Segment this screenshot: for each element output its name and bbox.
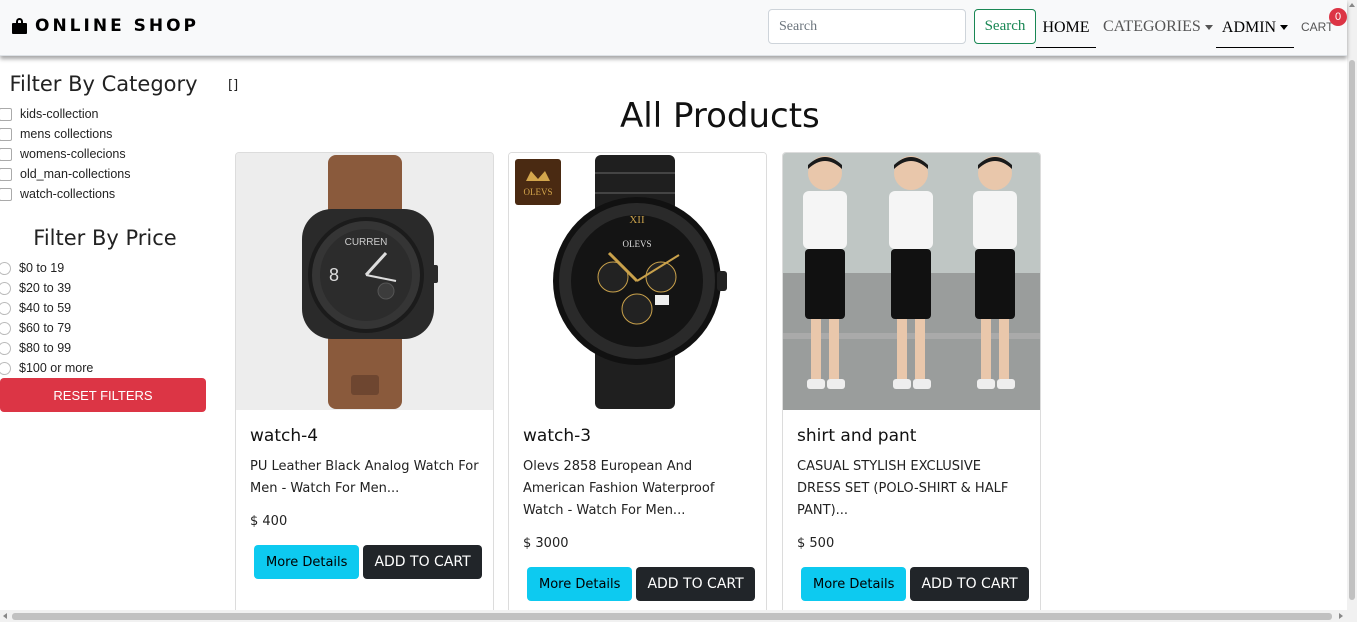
scroll-left-icon[interactable] <box>3 613 7 619</box>
product-actions: More Details ADD TO CART <box>783 567 1040 601</box>
svg-text:OLEVS: OLEVS <box>623 239 652 249</box>
category-option[interactable]: womens-collecions <box>0 144 210 164</box>
radio-button[interactable] <box>0 301 11 315</box>
category-label: kids-collection <box>20 107 99 121</box>
product-card: CURREN 8 watch-4 PU Leather Black Analog… <box>235 152 494 622</box>
svg-text:8: 8 <box>329 265 339 285</box>
category-filter-title: Filter By Category <box>9 72 198 96</box>
product-card-body: shirt and pant CASUAL STYLISH EXCLUSIVE … <box>783 410 1040 551</box>
add-to-cart-button[interactable]: ADD TO CART <box>910 567 1029 601</box>
price-label: $80 to 99 <box>19 341 72 355</box>
more-details-button[interactable]: More Details <box>254 545 360 579</box>
price-filter-title: Filter By Price <box>33 226 177 250</box>
product-card-body: watch-4 PU Leather Black Analog Watch Fo… <box>236 410 493 529</box>
radio-button[interactable] <box>0 321 11 335</box>
price-label: $60 to 79 <box>19 321 72 335</box>
scroll-up-icon[interactable] <box>1349 3 1355 7</box>
checkbox[interactable] <box>0 187 12 201</box>
more-details-button[interactable]: More Details <box>801 567 907 601</box>
category-label: womens-collecions <box>20 147 126 161</box>
search-input[interactable] <box>768 9 966 44</box>
product-title: watch-3 <box>523 426 592 446</box>
checkbox[interactable] <box>0 107 12 121</box>
chevron-down-icon <box>1280 25 1289 30</box>
product-title: watch-4 <box>250 426 319 446</box>
product-image[interactable]: CURREN 8 <box>236 153 493 410</box>
product-description: CASUAL STYLISH EXCLUSIVE DRESS SET (POLO… <box>797 459 1009 518</box>
scrollbar-thumb[interactable] <box>12 613 1332 620</box>
category-filter-list: kids-collection mens collections womens-… <box>0 104 210 204</box>
price-option[interactable]: $0 to 19 <box>0 258 210 278</box>
vertical-scrollbar[interactable] <box>1347 0 1357 610</box>
price-option[interactable]: $20 to 39 <box>0 278 210 298</box>
checkbox[interactable] <box>0 167 12 181</box>
kids-outfit-photo-icon <box>783 153 1040 410</box>
product-card: shirt and pant CASUAL STYLISH EXCLUSIVE … <box>782 152 1041 622</box>
product-title: shirt and pant <box>797 426 917 446</box>
product-actions: More Details ADD TO CART <box>236 545 493 579</box>
category-option[interactable]: old_man-collections <box>0 164 210 184</box>
black-steel-watch-icon: XII OLEVS OLEVS <box>509 153 766 410</box>
brown-leather-watch-icon: CURREN 8 <box>236 153 493 410</box>
product-card-body: watch-3 Olevs 2858 European And American… <box>509 410 766 551</box>
product-description: Olevs 2858 European And American Fashion… <box>523 459 715 518</box>
radio-button[interactable] <box>0 361 11 375</box>
category-option[interactable]: mens collections <box>0 124 210 144</box>
category-label: mens collections <box>20 127 113 141</box>
filter-sidebar: Filter By Category kids-collection mens … <box>0 70 210 412</box>
reset-filters-button[interactable]: RESET FILTERS <box>0 378 206 412</box>
product-image[interactable] <box>783 153 1040 410</box>
checkbox[interactable] <box>0 127 12 141</box>
brand-name: ONLINE SHOP <box>35 16 199 36</box>
svg-text:XII: XII <box>629 214 645 226</box>
radio-button[interactable] <box>0 341 11 355</box>
add-to-cart-button[interactable]: ADD TO CART <box>636 567 755 601</box>
brand[interactable]: ONLINE SHOP <box>12 16 199 36</box>
category-option[interactable]: watch-collections <box>0 184 210 204</box>
price-label: $40 to 59 <box>19 301 72 315</box>
horizontal-scrollbar[interactable] <box>0 610 1357 622</box>
more-details-button[interactable]: More Details <box>527 567 633 601</box>
price-option[interactable]: $80 to 99 <box>0 338 210 358</box>
product-price: $ 500 <box>797 536 835 551</box>
price-option[interactable]: $60 to 79 <box>0 318 210 338</box>
category-label: watch-collections <box>20 187 116 201</box>
nav-categories-label: CATEGORIES <box>1103 18 1201 35</box>
cart-count-badge: 0 <box>1329 8 1347 26</box>
radio-button[interactable] <box>0 261 11 275</box>
nav-admin-label: ADMIN <box>1221 18 1277 36</box>
price-option[interactable]: $100 or more <box>0 358 210 378</box>
product-price: $ 3000 <box>523 536 569 551</box>
product-description: PU Leather Black Analog Watch For Men - … <box>250 459 479 496</box>
category-label: old_man-collections <box>20 167 131 181</box>
product-image[interactable]: XII OLEVS OLEVS <box>509 153 766 410</box>
product-price: $ 400 <box>250 514 288 529</box>
radio-button[interactable] <box>0 281 11 295</box>
nav-home[interactable]: HOME <box>1036 18 1096 48</box>
sidebar-toggle-icon[interactable]: [] <box>228 78 238 93</box>
add-to-cart-button[interactable]: ADD TO CART <box>363 545 482 579</box>
product-actions: More Details ADD TO CART <box>509 567 766 601</box>
shopping-bag-icon <box>12 18 27 34</box>
category-option[interactable]: kids-collection <box>0 104 210 124</box>
navbar: ONLINE SHOP Search HOME CATEGORIES ADMIN… <box>0 0 1347 56</box>
nav-categories[interactable]: CATEGORIES <box>1103 18 1213 36</box>
checkbox[interactable] <box>0 147 12 161</box>
chevron-down-icon <box>1204 24 1213 30</box>
scrollbar-thumb[interactable] <box>1349 60 1355 600</box>
price-option[interactable]: $40 to 59 <box>0 298 210 318</box>
price-label: $100 or more <box>19 361 94 375</box>
price-filter-list: $0 to 19 $20 to 39 $40 to 59 $60 to 79 $… <box>0 258 210 378</box>
page-title: All Products <box>620 96 820 136</box>
scroll-right-icon[interactable] <box>1339 613 1343 619</box>
nav-admin[interactable]: ADMIN <box>1216 18 1294 48</box>
price-label: $20 to 39 <box>19 281 72 295</box>
product-card: XII OLEVS OLEVS watch-3 Olevs 2858 Europ… <box>508 152 767 622</box>
svg-text:OLEVS: OLEVS <box>524 187 553 197</box>
search-button[interactable]: Search <box>974 9 1036 44</box>
price-label: $0 to 19 <box>19 261 65 275</box>
svg-text:CURREN: CURREN <box>345 237 388 248</box>
nav-cart[interactable]: CART <box>1301 20 1333 34</box>
